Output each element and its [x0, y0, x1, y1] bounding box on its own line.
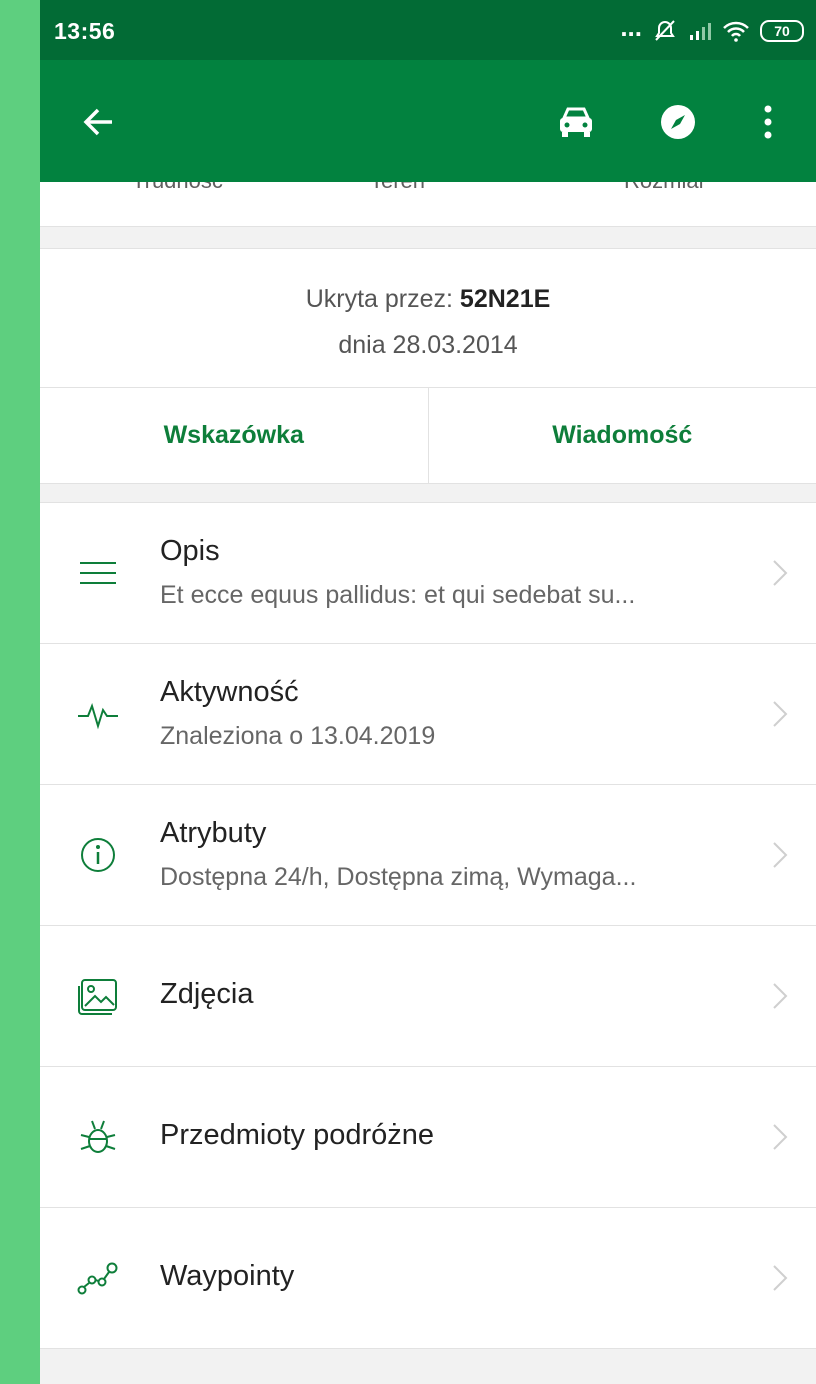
- hidden-by-text: Ukryta przez: 52N21E: [40, 285, 816, 314]
- geocache-stats-card: Trudność Teren Rozmiar: [40, 182, 816, 227]
- list-item-attributes[interactable]: Atrybuty Dostępna 24/h, Dostępna zimą, W…: [40, 785, 816, 926]
- info-icon: [81, 838, 115, 872]
- chevron-right-icon: [773, 1265, 788, 1291]
- list-item-waypoints[interactable]: Waypointy: [40, 1208, 816, 1349]
- list-item-photos[interactable]: Zdjęcia: [40, 926, 816, 1067]
- waypoints-icon: [77, 1262, 118, 1295]
- activity-icon: [78, 702, 118, 730]
- status-bar: 13:56 ... 70: [40, 0, 816, 60]
- owner-actions: Wskazówka Wiadomość: [40, 387, 816, 483]
- details-list: Opis Et ecce equus pallidus: et qui sede…: [40, 502, 816, 1349]
- chevron-right-icon: [773, 842, 788, 868]
- status-time: 13:56: [54, 18, 116, 44]
- battery-icon: 70: [760, 20, 804, 42]
- signal-icon: [690, 23, 711, 40]
- navigate-car-button[interactable]: [548, 94, 604, 150]
- hidden-by-prefix: Ukryta przez:: [305, 285, 460, 313]
- hidden-date: dnia 28.03.2014: [338, 331, 518, 359]
- owner-name[interactable]: 52N21E: [460, 285, 550, 313]
- list-item-subtitle: Znaleziona o 13.04.2019: [160, 722, 436, 750]
- size-label: Rozmiar: [624, 182, 706, 194]
- status-icons: ... 70: [620, 12, 804, 46]
- terrain-label: Teren: [370, 182, 425, 194]
- phone-screen: 13:56 ... 70 Ukryta przez: 52N21E dnia 2…: [40, 0, 816, 1384]
- back-button[interactable]: [70, 94, 126, 150]
- app-toolbar: [40, 60, 816, 182]
- chevron-right-icon: [773, 1124, 788, 1150]
- chevron-right-icon: [773, 983, 788, 1009]
- more-vertical-icon: [764, 105, 772, 139]
- list-item-title: Przedmioty podróżne: [160, 1119, 435, 1151]
- list-item-title: Opis: [160, 535, 220, 567]
- compass-button[interactable]: [650, 94, 706, 150]
- chevron-right-icon: [773, 701, 788, 727]
- image-icon: [78, 979, 117, 1015]
- owner-card: Ukryta przez: 52N21E dnia 28.03.2014 Wsk…: [40, 248, 816, 484]
- list-item-activity[interactable]: Aktywność Znaleziona o 13.04.2019: [40, 644, 816, 785]
- list-item-title: Waypointy: [160, 1260, 295, 1292]
- compass-icon: [661, 105, 695, 139]
- list-item-title: Zdjęcia: [160, 978, 254, 1010]
- list-item-trackables[interactable]: Przedmioty podróżne: [40, 1067, 816, 1208]
- list-item-title: Atrybuty: [160, 817, 267, 849]
- chevron-right-icon: [773, 560, 788, 586]
- arrow-left-icon: [83, 108, 112, 136]
- list-item-subtitle: Et ecce equus pallidus: et qui sedebat s…: [160, 581, 636, 609]
- alarm-off-icon: [655, 20, 675, 41]
- difficulty-label: Trudność: [132, 182, 223, 194]
- bug-icon: [80, 1120, 116, 1153]
- list-item-title: Aktywność: [160, 676, 299, 708]
- hint-button[interactable]: Wskazówka: [40, 388, 428, 483]
- car-icon: [560, 107, 592, 137]
- wifi-icon: [723, 21, 749, 42]
- message-button[interactable]: Wiadomość: [427, 388, 816, 483]
- list-item-subtitle: Dostępna 24/h, Dostępna zimą, Wymaga...: [160, 863, 637, 891]
- more-notifications-icon: ...: [620, 12, 642, 42]
- list-item-description[interactable]: Opis Et ecce equus pallidus: et qui sede…: [40, 503, 816, 644]
- more-options-button[interactable]: [740, 94, 796, 150]
- menu-lines-icon: [80, 562, 116, 584]
